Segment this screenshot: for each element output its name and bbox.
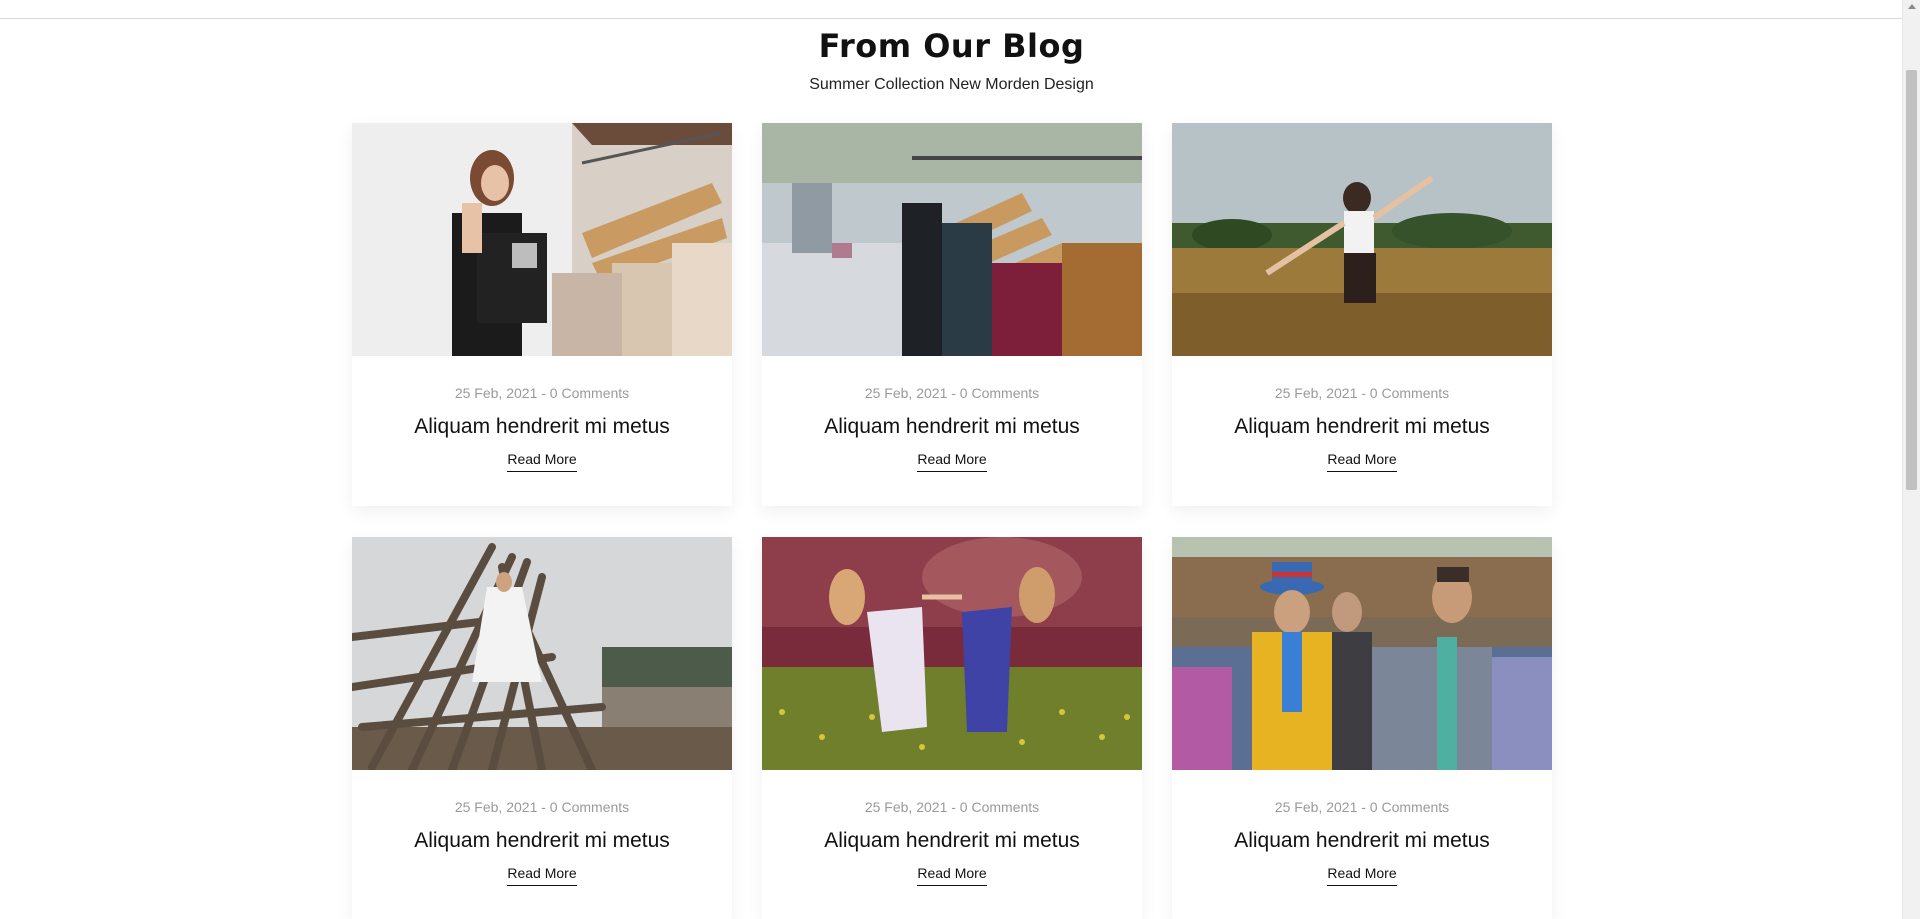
read-more-link[interactable]: Read More	[1327, 450, 1397, 472]
post-title[interactable]: Aliquam hendrerit mi metus	[1172, 828, 1552, 854]
top-header-bar	[0, 0, 1903, 19]
blog-image-clothes-hangers[interactable]	[762, 123, 1142, 356]
post-meta: 25 Feb, 2021 - 0 Comments	[1274, 799, 1450, 815]
blog-card: 25 Feb, 2021 - 0 Comments Aliquam hendre…	[352, 537, 732, 919]
blog-image-woman-field[interactable]	[1172, 123, 1552, 356]
post-meta: 25 Feb, 2021 - 0 Comments	[454, 385, 630, 401]
post-meta: 25 Feb, 2021 - 0 Comments	[454, 799, 630, 815]
blog-image-woman-shopping[interactable]	[352, 123, 732, 356]
read-more-link[interactable]: Read More	[917, 450, 987, 472]
scroll-up-arrow-icon[interactable]	[1908, 4, 1916, 9]
blog-card-body: 25 Feb, 2021 - 0 Comments Aliquam hendre…	[762, 770, 1142, 919]
blog-image-two-women-meadow[interactable]	[762, 537, 1142, 770]
post-title[interactable]: Aliquam hendrerit mi metus	[352, 828, 732, 854]
post-title[interactable]: Aliquam hendrerit mi metus	[1172, 414, 1552, 440]
blog-card-body: 25 Feb, 2021 - 0 Comments Aliquam hendre…	[352, 356, 732, 506]
post-title[interactable]: Aliquam hendrerit mi metus	[352, 414, 732, 440]
read-more-link[interactable]: Read More	[507, 450, 577, 472]
post-meta: 25 Feb, 2021 - 0 Comments	[1274, 385, 1450, 401]
section-title: From Our Blog	[818, 27, 1085, 65]
blog-card: 25 Feb, 2021 - 0 Comments Aliquam hendre…	[352, 123, 732, 506]
blog-card-body: 25 Feb, 2021 - 0 Comments Aliquam hendre…	[762, 356, 1142, 506]
read-more-link[interactable]: Read More	[507, 864, 577, 886]
blog-section-header: From Our Blog Summer Collection New Mord…	[0, 18, 1903, 96]
section-subtitle: Summer Collection New Morden Design	[809, 76, 1094, 93]
post-meta: 25 Feb, 2021 - 0 Comments	[864, 385, 1040, 401]
blog-card: 25 Feb, 2021 - 0 Comments Aliquam hendre…	[1172, 537, 1552, 919]
blog-image-men-suits[interactable]	[1172, 537, 1552, 770]
scrollbar-thumb[interactable]	[1906, 70, 1917, 490]
blog-card: 25 Feb, 2021 - 0 Comments Aliquam hendre…	[762, 123, 1142, 506]
blog-card: 25 Feb, 2021 - 0 Comments Aliquam hendre…	[762, 537, 1142, 919]
blog-card-body: 25 Feb, 2021 - 0 Comments Aliquam hendre…	[1172, 356, 1552, 506]
blog-grid: 25 Feb, 2021 - 0 Comments Aliquam hendre…	[352, 123, 1552, 919]
read-more-link[interactable]: Read More	[1327, 864, 1397, 886]
blog-image-bride-branches[interactable]	[352, 537, 732, 770]
blog-card: 25 Feb, 2021 - 0 Comments Aliquam hendre…	[1172, 123, 1552, 506]
vertical-scrollbar[interactable]	[1902, 0, 1920, 919]
blog-card-body: 25 Feb, 2021 - 0 Comments Aliquam hendre…	[352, 770, 732, 919]
post-title[interactable]: Aliquam hendrerit mi metus	[762, 828, 1142, 854]
read-more-link[interactable]: Read More	[917, 864, 987, 886]
post-title[interactable]: Aliquam hendrerit mi metus	[762, 414, 1142, 440]
post-meta: 25 Feb, 2021 - 0 Comments	[864, 799, 1040, 815]
blog-card-body: 25 Feb, 2021 - 0 Comments Aliquam hendre…	[1172, 770, 1552, 919]
page: From Our Blog Summer Collection New Mord…	[0, 0, 1920, 919]
